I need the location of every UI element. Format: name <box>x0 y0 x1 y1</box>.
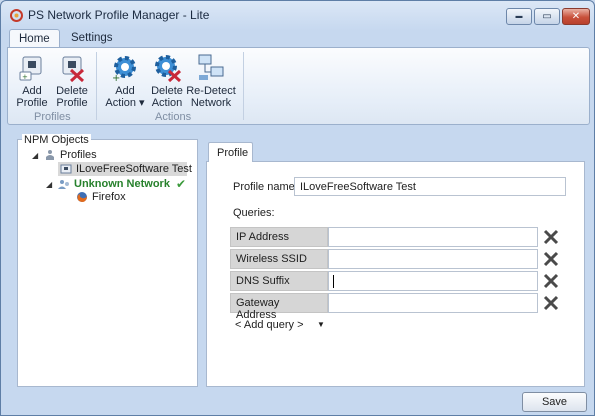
delete-profile-button[interactable]: Delete Profile <box>52 52 92 109</box>
ribbon: + Add Profile Delete Profile Profiles + … <box>7 47 590 125</box>
delete-action-button[interactable]: Delete Action <box>148 52 186 109</box>
text-caret <box>333 275 334 288</box>
checkmark-icon: ✔ <box>175 177 187 191</box>
collapse-icon[interactable]: ◢ <box>46 180 54 189</box>
query-row: DNS Suffix <box>230 271 538 291</box>
redetect-label-1: Re-Detect <box>186 85 236 97</box>
tab-profile[interactable]: Profile <box>208 142 253 162</box>
delete-query-icon[interactable] <box>543 229 559 245</box>
maximize-button[interactable]: ▭ <box>534 8 560 25</box>
dropdown-arrow-icon[interactable]: ▼ <box>317 320 325 329</box>
add-action-label-1: Add <box>115 85 135 97</box>
query-row: Gateway Address <box>230 293 538 321</box>
tree-item-action[interactable]: Firefox <box>76 191 126 203</box>
title-bar: PS Network Profile Manager - Lite ▬ ▭ ✕ <box>1 1 594 29</box>
tree-item-profiles[interactable]: ◢ Profiles <box>32 149 97 161</box>
add-profile-label-1: Add <box>22 85 42 97</box>
group-label-profiles: Profiles <box>34 111 71 123</box>
query-row: IP Address <box>230 227 538 247</box>
add-profile-button[interactable]: + Add Profile <box>12 52 52 109</box>
tree-label: Firefox <box>92 191 126 203</box>
delete-action-label-2: Action <box>151 97 183 109</box>
svg-text:+: + <box>22 73 28 81</box>
ribbon-divider <box>243 52 244 120</box>
svg-text:+: + <box>112 73 120 82</box>
add-action-label-2: Action ▾ <box>105 97 145 109</box>
tree-label: Unknown Network <box>74 178 170 190</box>
tree-item-network[interactable]: ◢ Unknown Network ✔ <box>46 177 186 191</box>
collapse-icon[interactable]: ◢ <box>32 151 40 160</box>
app-window: PS Network Profile Manager - Lite ▬ ▭ ✕ … <box>0 0 595 416</box>
query-row: Wireless SSID <box>230 249 538 269</box>
delete-query-icon[interactable] <box>543 295 559 311</box>
close-button[interactable]: ✕ <box>562 8 590 25</box>
close-icon: ✕ <box>571 11 581 22</box>
query-value-input[interactable] <box>328 227 538 247</box>
tab-settings[interactable]: Settings <box>62 29 122 48</box>
profiles-icon <box>46 150 54 160</box>
save-button[interactable]: Save <box>522 392 587 412</box>
profile-name-input[interactable] <box>294 177 566 196</box>
query-key: DNS Suffix <box>230 271 328 291</box>
query-value-input[interactable] <box>328 271 538 291</box>
delete-action-label-1: Delete <box>151 85 183 97</box>
ribbon-divider <box>96 52 97 120</box>
add-profile-icon: + <box>19 56 42 81</box>
network-user-icon <box>58 180 69 189</box>
add-action-button[interactable]: + Add Action ▾ <box>104 52 146 109</box>
delete-profile-label-2: Profile <box>56 97 88 109</box>
group-label-actions: Actions <box>155 111 192 123</box>
firefox-icon <box>77 192 87 202</box>
add-query-dropdown[interactable]: < Add query > <box>235 319 304 331</box>
minimize-button[interactable]: ▬ <box>506 8 532 25</box>
tree-label: ILoveFreeSoftware Test <box>76 163 192 175</box>
queries-label: Queries: <box>233 207 275 219</box>
redetect-network-button[interactable]: Re-Detect Network <box>186 52 236 109</box>
maximize-icon: ▭ <box>542 11 552 22</box>
delete-profile-label-1: Delete <box>56 85 88 97</box>
profile-icon <box>60 164 72 174</box>
query-value-input[interactable] <box>328 293 538 313</box>
tree-item-profile[interactable]: ILoveFreeSoftware Test <box>60 163 192 175</box>
npm-objects-title: NPM Objects <box>22 134 91 146</box>
gear-delete-icon <box>155 55 182 82</box>
gear-add-icon: + <box>112 56 136 82</box>
delete-query-icon[interactable] <box>543 251 559 267</box>
query-key: IP Address <box>230 227 328 247</box>
delete-profile-icon <box>62 56 85 82</box>
tab-home[interactable]: Home <box>9 29 60 49</box>
query-value-input[interactable] <box>328 249 538 269</box>
tree-label: Profiles <box>60 149 97 161</box>
app-logo-icon <box>10 9 23 22</box>
query-key: Gateway Address <box>230 293 328 321</box>
add-profile-label-2: Profile <box>16 97 48 109</box>
profile-name-label: Profile name: <box>233 181 298 193</box>
query-key: Wireless SSID <box>230 249 328 269</box>
redetect-label-2: Network <box>190 97 232 109</box>
window-title: PS Network Profile Manager - Lite <box>28 8 210 22</box>
network-icon <box>198 54 224 80</box>
minimize-icon: ▬ <box>515 13 523 20</box>
delete-query-icon[interactable] <box>543 273 559 289</box>
